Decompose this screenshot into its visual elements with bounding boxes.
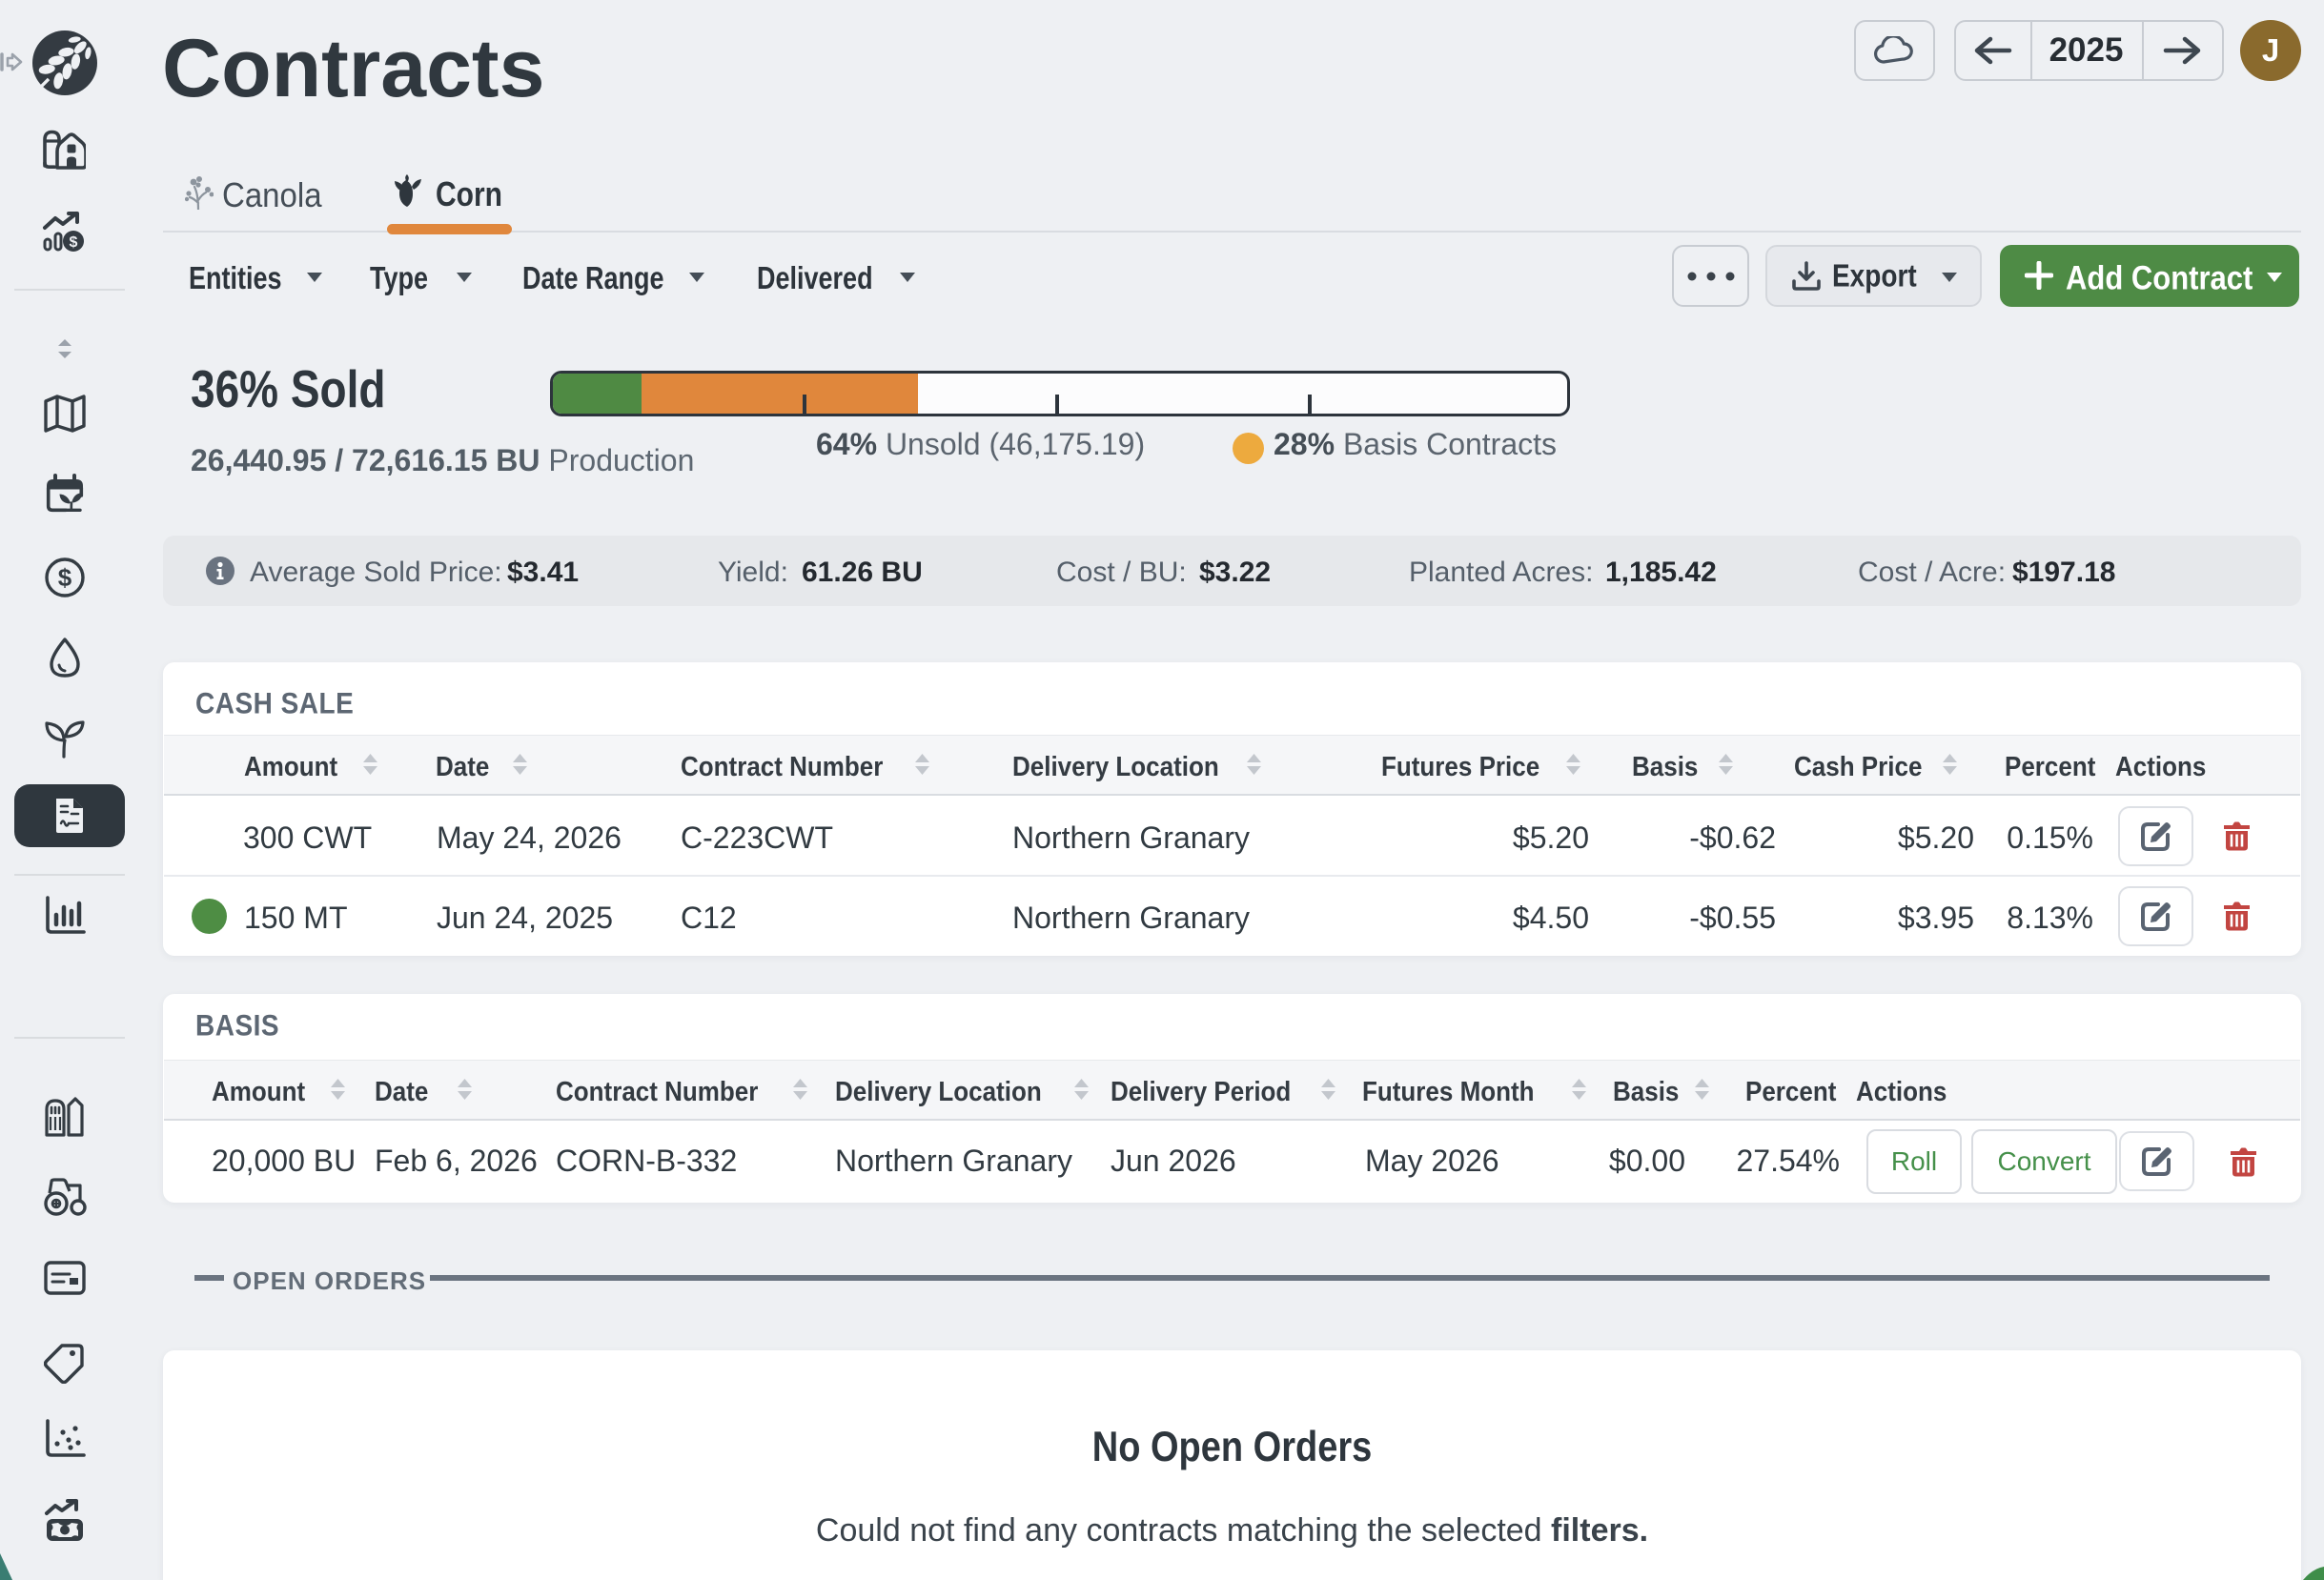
- svg-text:$: $: [58, 563, 72, 592]
- svg-text:$: $: [70, 234, 78, 251]
